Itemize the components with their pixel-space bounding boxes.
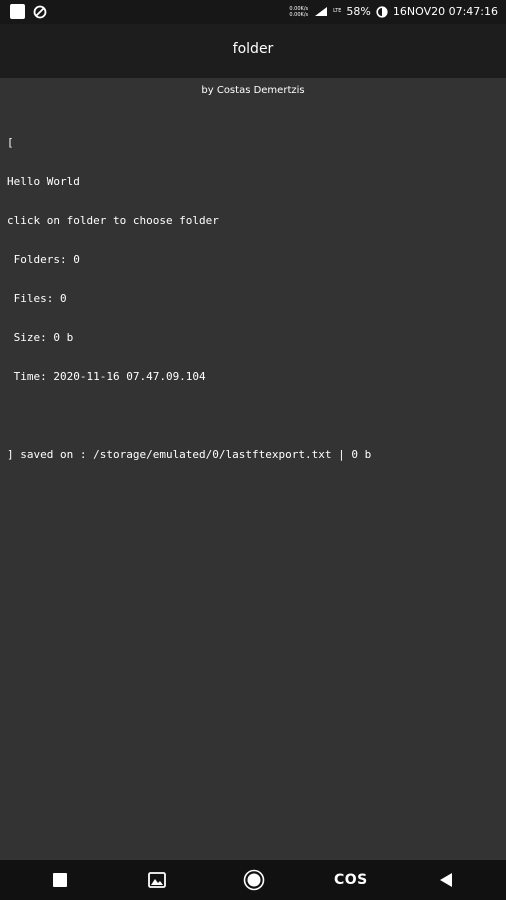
console-saved-line: ] saved on : /storage/emulated/0/lastfte… bbox=[7, 448, 372, 461]
gallery-icon bbox=[148, 872, 166, 888]
square-icon bbox=[10, 4, 25, 19]
status-right-group: 0.00K/s 0.00K/s LTE 58% 16NOV20 07:47:16 bbox=[289, 5, 498, 18]
net-speed-down: 0.00K/s bbox=[289, 11, 309, 18]
console-line: Size: 0 b bbox=[7, 331, 74, 344]
status-datetime: 16NOV20 07:47:16 bbox=[392, 5, 498, 18]
console-line: Files: 0 bbox=[7, 292, 67, 305]
navigation-bar: COS bbox=[0, 860, 506, 900]
network-type: LTE bbox=[333, 8, 342, 14]
console-line: [ bbox=[7, 136, 14, 149]
page-title: folder bbox=[232, 41, 274, 57]
app-bar: folder bbox=[0, 24, 506, 78]
status-bar: 0.00K/s 0.00K/s LTE 58% 16NOV20 07:47:16 bbox=[0, 0, 506, 24]
recents-button[interactable] bbox=[48, 869, 72, 891]
back-button[interactable] bbox=[434, 869, 458, 891]
console-line: click on folder to choose folder bbox=[7, 214, 219, 227]
cos-label[interactable]: COS bbox=[334, 872, 368, 888]
battery-percent: 58% bbox=[346, 5, 371, 18]
back-icon bbox=[440, 873, 452, 887]
gallery-button[interactable] bbox=[145, 869, 169, 891]
battery-icon bbox=[376, 5, 388, 18]
console-line: Time: 2020-11-16 07.47.09.104 bbox=[7, 370, 206, 383]
console-output: [ Hello World click on folder to choose … bbox=[7, 110, 497, 474]
recents-icon bbox=[53, 873, 67, 887]
console-line: Folders: 0 bbox=[7, 253, 80, 266]
status-left-group bbox=[10, 4, 47, 19]
signal-icon bbox=[315, 7, 328, 16]
console-line: Hello World bbox=[7, 175, 80, 188]
sync-icon bbox=[33, 5, 47, 18]
home-button[interactable] bbox=[242, 869, 266, 891]
net-speed: 0.00K/s 0.00K/s bbox=[289, 6, 308, 18]
home-icon bbox=[243, 869, 265, 891]
author-credit: by Costas Demertzis bbox=[201, 85, 305, 96]
console-spacer bbox=[7, 409, 497, 422]
